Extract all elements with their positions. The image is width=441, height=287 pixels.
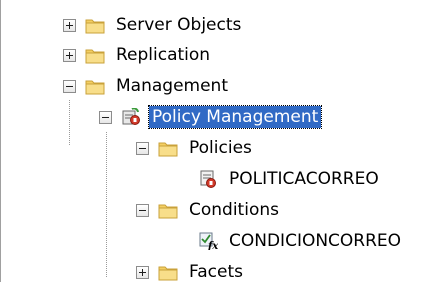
tree-connector — [106, 132, 107, 277]
collapse-icon[interactable] — [63, 79, 76, 93]
tree-node-label[interactable]: Policy Management — [147, 105, 323, 129]
tree-node-server-objects[interactable]: Server Objects — [63, 10, 244, 40]
svg-text:fx: fx — [207, 241, 218, 250]
expand-icon[interactable] — [63, 48, 76, 62]
tree-node-condicioncorreo[interactable]: fx CONDICIONCORREO — [198, 226, 404, 256]
collapse-icon[interactable] — [136, 141, 149, 155]
tree-pane-border — [0, 0, 1, 282]
tree-node-label[interactable]: CONDICIONCORREO — [226, 230, 404, 252]
tree-node-label[interactable]: Management — [113, 75, 231, 97]
tree-node-label[interactable]: Facets — [186, 261, 246, 283]
collapse-icon[interactable] — [99, 110, 112, 124]
tree-connector — [69, 100, 70, 145]
tree-node-conditions[interactable]: Conditions — [136, 195, 282, 225]
expand-icon[interactable] — [63, 18, 76, 32]
tree-node-label[interactable]: Server Objects — [113, 14, 244, 36]
tree-node-label[interactable]: Replication — [113, 44, 213, 66]
policy-management-icon — [122, 108, 140, 125]
tree-node-replication[interactable]: Replication — [63, 40, 213, 70]
tree-node-label[interactable]: Conditions — [186, 199, 282, 221]
tree-node-facets[interactable]: Facets — [136, 257, 246, 287]
folder-icon — [158, 142, 178, 157]
policy-icon — [200, 170, 216, 188]
tree-node-politicacorreo[interactable]: POLITICACORREO — [198, 164, 382, 194]
folder-icon — [85, 80, 105, 95]
folder-icon — [85, 19, 105, 34]
tree-node-policies[interactable]: Policies — [136, 133, 255, 163]
object-explorer-tree: { "tree": { "server_objects": "Server Ob… — [0, 0, 441, 282]
condition-icon: fx — [199, 232, 218, 250]
tree-node-policy-management[interactable]: Policy Management — [99, 102, 323, 132]
folder-icon — [85, 49, 105, 64]
tree-node-label[interactable]: POLITICACORREO — [226, 168, 382, 190]
folder-icon — [158, 204, 178, 219]
tree-node-label[interactable]: Policies — [186, 137, 255, 159]
collapse-icon[interactable] — [136, 203, 149, 217]
expand-icon[interactable] — [136, 265, 149, 279]
folder-icon — [158, 266, 178, 281]
tree-node-management[interactable]: Management — [63, 71, 231, 101]
